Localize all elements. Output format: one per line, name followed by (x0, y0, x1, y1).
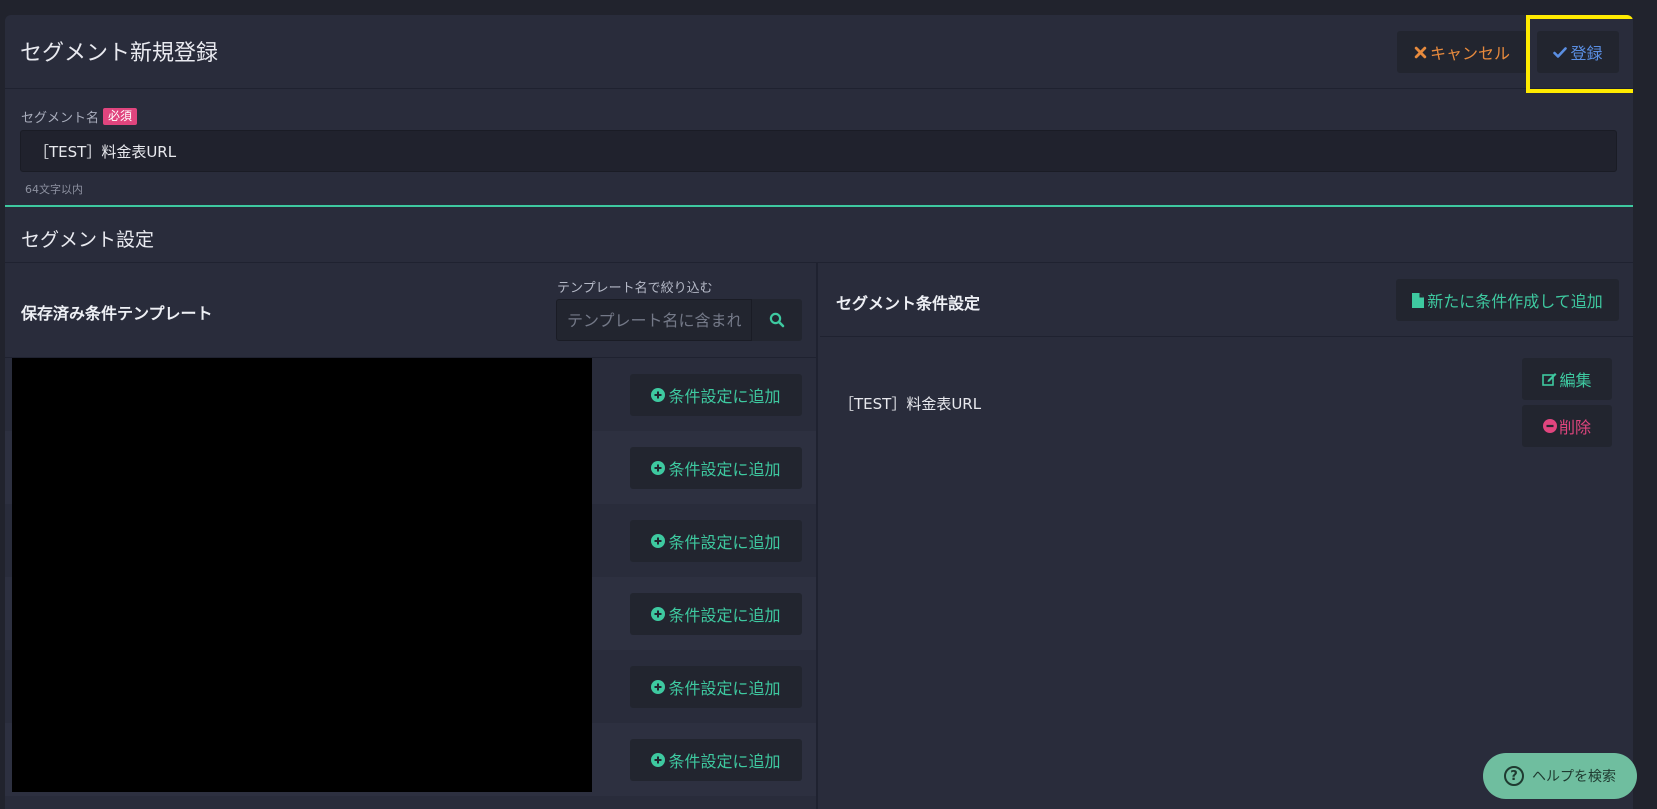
plus-circle-icon (651, 680, 666, 694)
add-to-conditions-button[interactable]: 条件設定に追加 (630, 520, 802, 562)
add-label: 条件設定に追加 (668, 752, 781, 771)
delete-condition-button[interactable]: 削除 (1522, 405, 1612, 447)
edit-condition-button[interactable]: 編集 (1522, 358, 1612, 400)
plus-circle-icon (651, 534, 666, 548)
plus-circle-icon (651, 607, 666, 621)
templates-header: 保存済み条件テンプレート テンプレート名で絞り込む (5, 263, 816, 358)
page-header: セグメント新規登録 キャンセル 登録 (5, 15, 1633, 93)
template-filter-input[interactable] (556, 299, 752, 341)
condition-name: ［TEST］料金表URL (839, 395, 982, 413)
search-button[interactable] (752, 299, 802, 341)
saved-templates-column: 保存済み条件テンプレート テンプレート名で絞り込む 条件設定に追加 条件設定に追… (5, 263, 818, 809)
add-label: 条件設定に追加 (668, 679, 781, 698)
edit-label: 編集 (1559, 371, 1592, 390)
new-condition-button[interactable]: 新たに条件作成して追加 (1396, 279, 1619, 321)
conditions-header: セグメント条件設定 新たに条件作成して追加 (820, 263, 1633, 337)
segment-name-label: セグメント名 必須 (21, 107, 138, 126)
cancel-button[interactable]: キャンセル (1397, 31, 1527, 73)
conditions-title: セグメント条件設定 (836, 294, 981, 313)
segment-create-panel: セグメント新規登録 キャンセル 登録 セグメント名 必須 ［TEST］料金表UR… (5, 15, 1633, 809)
add-label: 条件設定に追加 (668, 460, 781, 479)
add-to-conditions-button[interactable]: 条件設定に追加 (630, 593, 802, 635)
segment-name-input[interactable]: ［TEST］料金表URL (20, 130, 1617, 172)
add-to-conditions-button[interactable]: 条件設定に追加 (630, 739, 802, 781)
help-search-button[interactable]: ? ヘルプを検索 (1483, 753, 1637, 799)
segment-settings-title: セグメント設定 (21, 229, 155, 251)
file-icon (1412, 292, 1425, 308)
page-title: セグメント新規登録 (20, 41, 219, 66)
cancel-label: キャンセル (1429, 44, 1510, 63)
edit-icon (1542, 372, 1557, 386)
plus-circle-icon (651, 388, 666, 402)
help-label: ヘルプを検索 (1532, 769, 1616, 785)
redacted-template-names (12, 358, 592, 792)
segment-name-hint: 64文字以内 (25, 183, 83, 196)
add-to-conditions-button[interactable]: 条件設定に追加 (630, 374, 802, 416)
question-icon: ? (1504, 766, 1524, 786)
template-filter-label: テンプレート名で絞り込む (557, 281, 713, 296)
required-badge: 必須 (103, 108, 138, 125)
add-label: 条件設定に追加 (668, 533, 781, 552)
add-to-conditions-button[interactable]: 条件設定に追加 (630, 447, 802, 489)
section-divider (5, 205, 1633, 207)
plus-circle-icon (651, 461, 666, 475)
plus-circle-icon (651, 753, 666, 767)
add-label: 条件設定に追加 (668, 606, 781, 625)
times-icon (1414, 46, 1427, 59)
segment-conditions-column: セグメント条件設定 新たに条件作成して追加 ［TEST］料金表URL 編集 削除 (820, 263, 1633, 809)
segment-name-label-text: セグメント名 (21, 111, 100, 126)
new-condition-label: 新たに条件作成して追加 (1427, 292, 1603, 311)
search-icon (769, 312, 785, 328)
add-label: 条件設定に追加 (668, 387, 781, 406)
add-to-conditions-button[interactable]: 条件設定に追加 (630, 666, 802, 708)
minus-circle-icon (1542, 419, 1557, 433)
templates-title: 保存済み条件テンプレート (21, 304, 213, 323)
delete-label: 削除 (1558, 418, 1591, 437)
register-highlight-box (1526, 15, 1633, 93)
